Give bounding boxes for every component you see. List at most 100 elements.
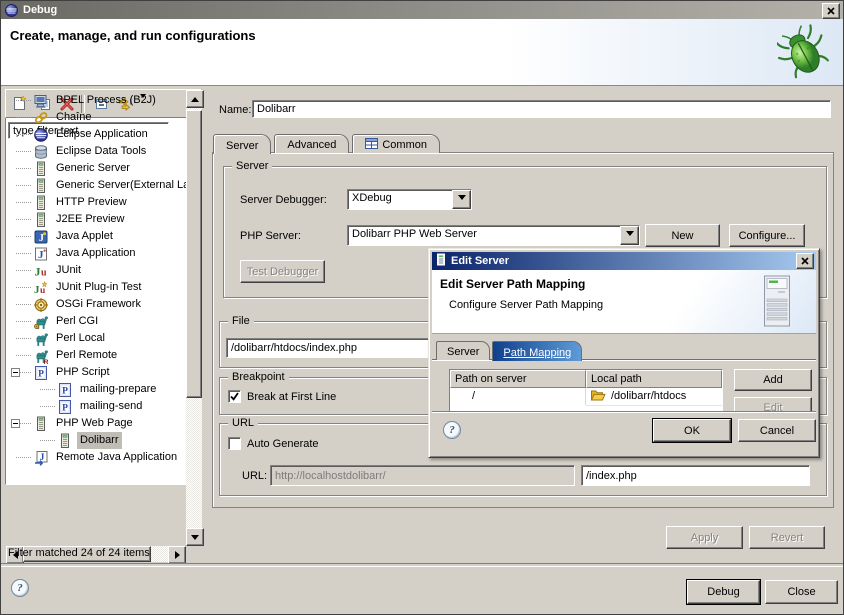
url-path-input[interactable] [581,465,810,486]
svg-text:J: J [39,233,44,244]
tree-item-http-preview[interactable]: HTTP Preview [6,194,186,211]
server-tower-icon [760,275,794,331]
tree-item-generic-server-external-la[interactable]: Generic Server(External La [6,177,186,194]
server-icon [33,416,49,432]
name-label: Name: [219,104,251,116]
edit-server-tabs: Server Path Mapping [436,341,584,360]
tree-item-junit[interactable]: JuJUnit [6,262,186,279]
revert-button[interactable]: Revert [749,526,825,549]
tree-item-label: Chaîne [53,109,94,126]
perl-remote-icon: R [33,348,49,364]
configure-server-button[interactable]: Configure... [729,224,805,247]
tree-item-php-web-page[interactable]: PHP Web Page [6,415,186,432]
junit-icon: Ju [33,263,49,279]
server-debugger-label: Server Debugger: [240,194,327,206]
osgi-icon [33,297,49,313]
edit-server-close-button[interactable] [796,253,814,269]
cancel-button[interactable]: Cancel [738,419,816,442]
php-icon: P [57,399,73,415]
tree-item-label: JUnit [53,262,84,279]
chain-icon [33,110,49,126]
debug-button[interactable]: Debug [687,580,760,604]
close-button[interactable]: Close [765,580,838,604]
window-title: Debug [23,4,57,16]
tree-item-bpel-process-b2j[interactable]: BPEL Process (B2J) [6,92,186,109]
tree-expander-icon[interactable] [11,419,20,428]
tree-item-remote-java-application[interactable]: JRemote Java Application [6,449,186,466]
test-debugger-button[interactable]: Test Debugger [240,260,325,283]
help-icon[interactable]: ? [11,579,29,597]
name-input[interactable] [252,100,831,118]
junit-plugin-icon: Ju [33,280,49,296]
tree-item-label: PHP Web Page [53,415,136,432]
tab-server-settings[interactable]: Server [436,341,490,360]
php-server-label: PHP Server: [240,230,301,242]
server-icon [33,195,49,211]
tree-item-osgi-framework[interactable]: OSGi Framework [6,296,186,313]
perl-cgi-icon [33,314,49,330]
base-url-input[interactable] [270,465,575,486]
database-icon [33,144,49,160]
tree-item-php-script[interactable]: PPHP Script [6,364,186,381]
tree-item-j2ee-preview[interactable]: J2EE Preview [6,211,186,228]
tree-item-label: BPEL Process (B2J) [53,92,159,109]
svg-text:P: P [62,386,68,396]
tree-item-java-applet[interactable]: JJava Applet [6,228,186,245]
auto-generate-checkbox[interactable] [228,437,241,450]
add-mapping-button[interactable]: Add [734,369,812,391]
tree-rows: BPEL Process (B2J)ChaîneEclipse Applicat… [6,92,186,485]
tree-item-label: Perl CGI [53,313,101,330]
perl-icon [33,331,49,347]
chevron-down-icon[interactable] [452,190,471,209]
tree-item-mailing-send[interactable]: Pmailing-send [6,398,186,415]
folder-open-icon [590,388,611,405]
remote-java-icon: J [33,450,49,466]
php-server-select[interactable]: Dolibarr PHP Web Server [347,225,640,246]
ok-button[interactable]: OK [653,419,731,442]
svg-text:u: u [41,267,47,278]
tree-item-label: Eclipse Data Tools [53,143,149,160]
eclipse-icon [33,127,49,143]
tree-item-label: Java Application [53,245,139,262]
dialog-help-icon[interactable]: ? [443,421,461,439]
window-close-button[interactable] [822,3,840,19]
tree-item-perl-local[interactable]: Perl Local [6,330,186,347]
column-header-path-on-server[interactable]: Path on server [450,370,586,388]
path-mapping-row[interactable]: //dolibarr/htdocs [450,388,722,405]
tree-item-label: J2EE Preview [53,211,127,228]
column-header-local-path[interactable]: Local path [586,370,722,388]
footer-separator [1,563,843,567]
tree-item-perl-cgi[interactable]: Perl CGI [6,313,186,330]
tree-item-eclipse-application[interactable]: Eclipse Application [6,126,186,143]
php-icon: P [57,382,73,398]
apply-button[interactable]: Apply [666,526,743,549]
server-debugger-select[interactable]: XDebug [347,189,472,210]
tab-advanced[interactable]: Advanced [274,134,349,153]
window-titlebar: Debug [1,1,843,19]
new-server-button[interactable]: New [645,224,720,247]
tree-item-label: Dolibarr [77,432,122,449]
chevron-down-icon[interactable] [620,226,639,245]
tab-path-mapping[interactable]: Path Mapping [492,341,582,361]
tab-common[interactable]: Common [352,134,440,153]
debug-configurations-window: Debug Create, manage, and run configurat… [0,0,844,615]
tree-item-junit-plug-in-test[interactable]: JuJUnit Plug-in Test [6,279,186,296]
svg-text:P: P [38,369,44,379]
eclipse-logo-icon [4,3,19,18]
tree-item-cha-ne[interactable]: Chaîne [6,109,186,126]
vertical-scroll-thumb[interactable] [186,110,199,398]
php-icon: P [33,365,49,381]
tab-server[interactable]: Server [213,134,271,154]
server-group-title: Server [232,160,272,172]
tree-item-dolibarr[interactable]: Dolibarr [6,432,186,449]
tree-vertical-scrollbar[interactable] [186,90,199,485]
tree-item-mailing-prepare[interactable]: Pmailing-prepare [6,381,186,398]
scroll-up-icon[interactable] [186,90,199,108]
tree-item-eclipse-data-tools[interactable]: Eclipse Data Tools [6,143,186,160]
tree-expander-icon[interactable] [11,368,20,377]
tree-item-generic-server[interactable]: Generic Server [6,160,186,177]
path-on-server-cell: / [450,388,586,405]
tree-item-perl-remote[interactable]: RPerl Remote [6,347,186,364]
tree-item-java-application[interactable]: JJava Application [6,245,186,262]
break-first-line-checkbox[interactable] [228,390,241,403]
